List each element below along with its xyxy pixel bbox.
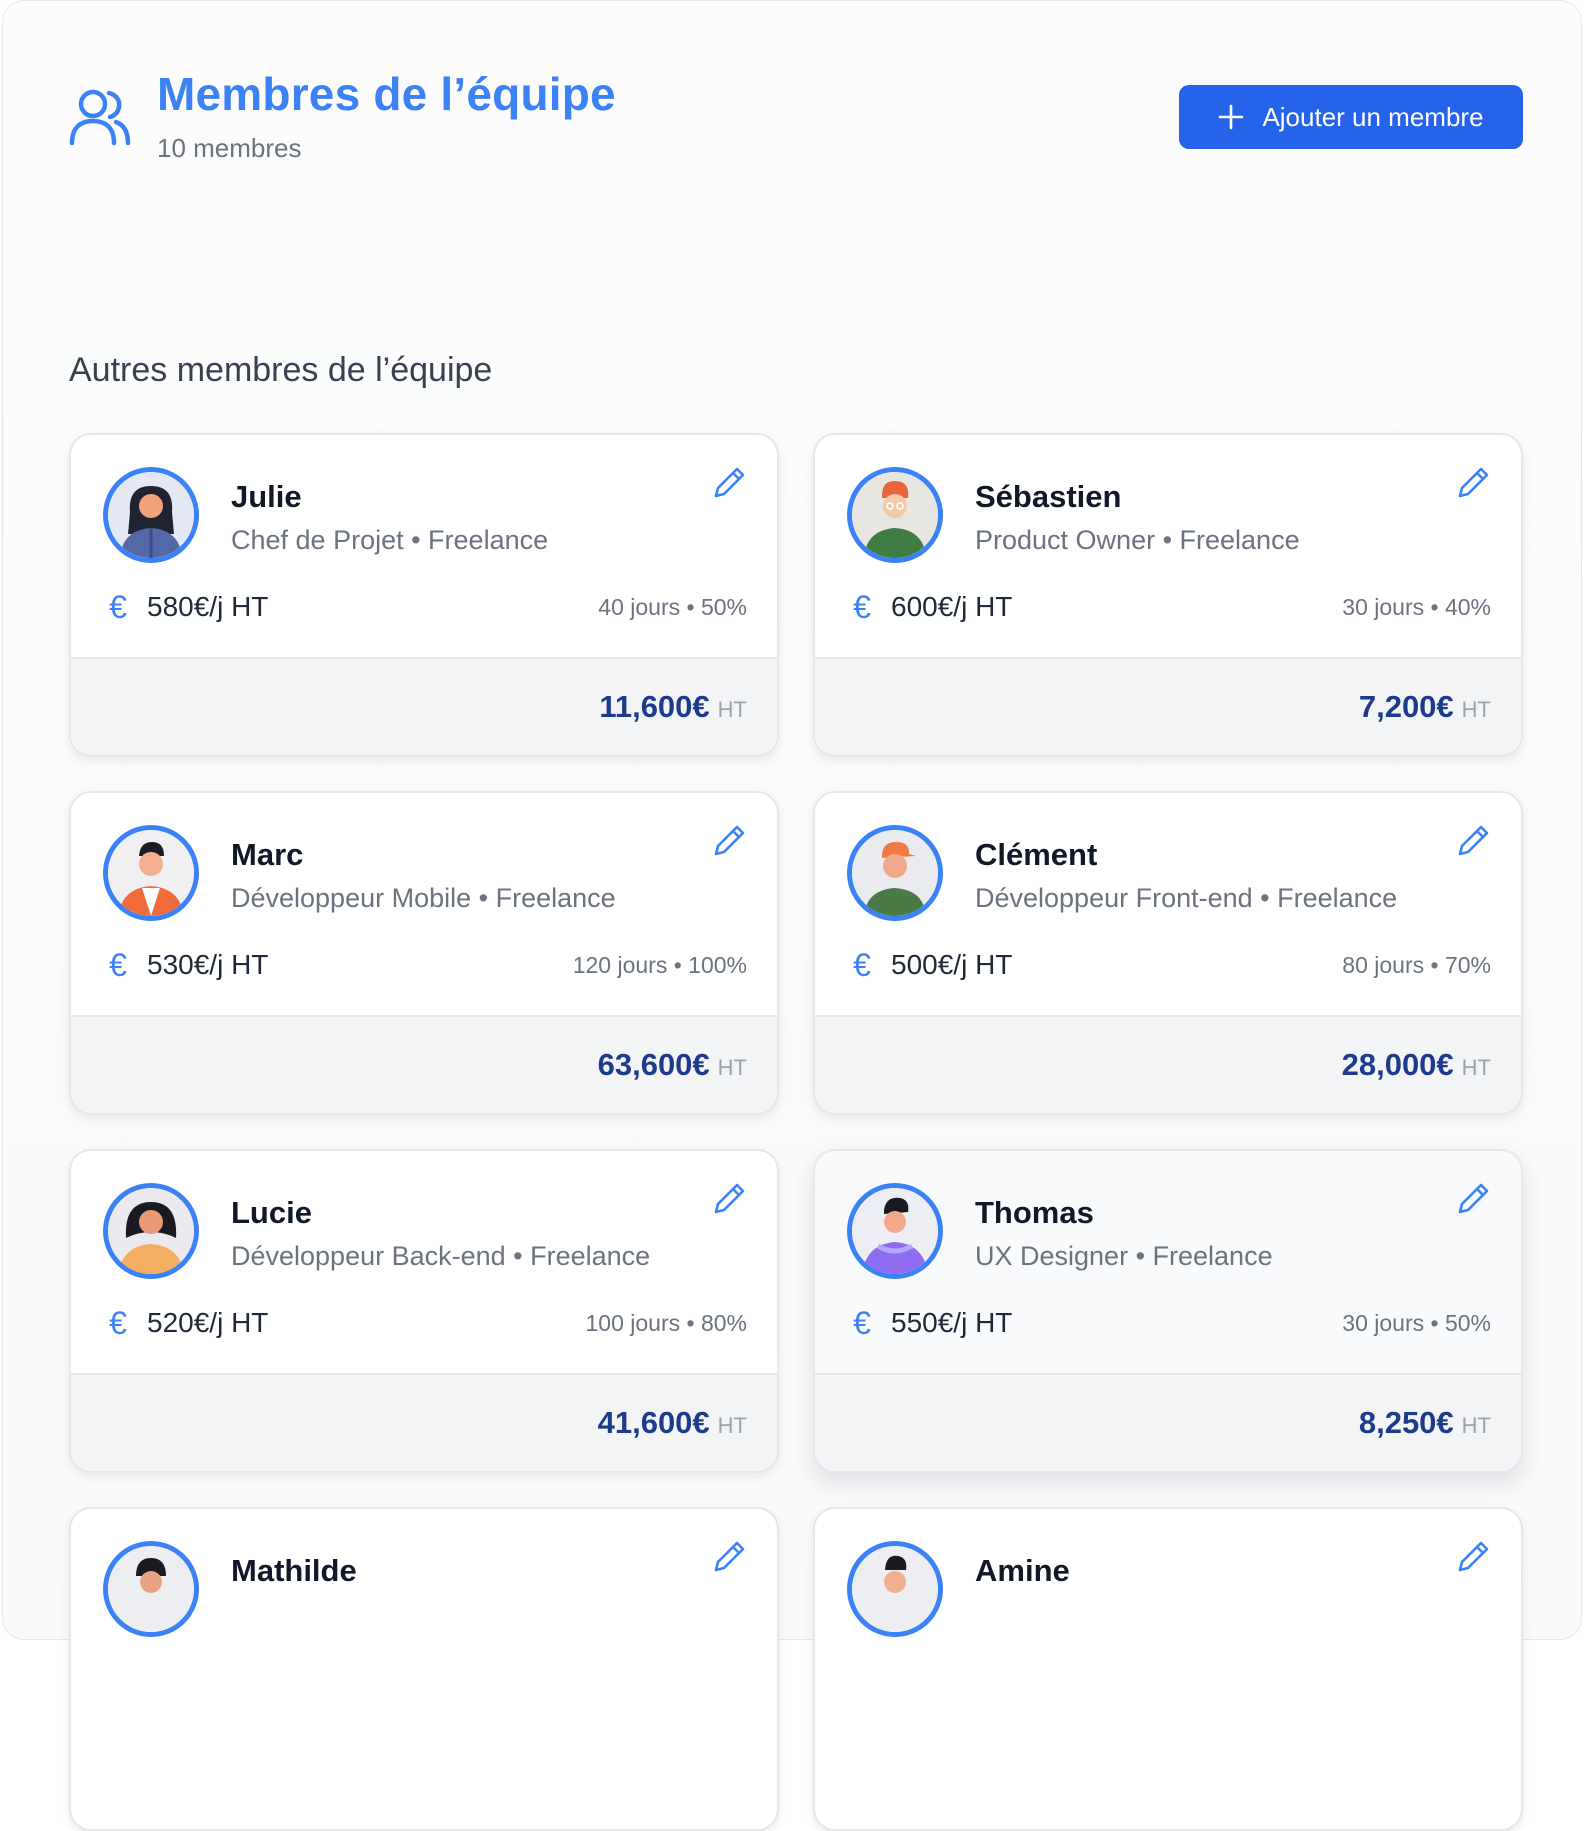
card-footer: 11,600€ HT — [71, 657, 777, 755]
allocation: 30 jours • 40% — [1342, 593, 1491, 620]
daily-rate: 530€/j HT — [147, 949, 269, 980]
page-title: Membres de l’équipe — [157, 68, 616, 120]
allocation: 30 jours • 50% — [1342, 1309, 1491, 1336]
total-unit: HT — [1461, 1055, 1491, 1080]
rate-row: € 600€/j HT 30 jours • 40% — [847, 587, 1491, 627]
total-unit: HT — [1461, 697, 1491, 722]
avatar — [847, 1183, 943, 1279]
avatar — [103, 467, 199, 563]
daily-rate: 550€/j HT — [891, 1307, 1013, 1338]
euro-icon: € — [109, 1305, 127, 1341]
total-unit: HT — [717, 1413, 747, 1438]
member-role: Développeur Back-end • Freelance — [231, 1241, 651, 1271]
pencil-icon — [1458, 1541, 1489, 1572]
pencil-icon — [714, 825, 745, 856]
avatar — [847, 467, 943, 563]
member-role: Chef de Projet • Freelance — [231, 525, 549, 555]
euro-icon: € — [109, 947, 127, 983]
edit-member-button[interactable] — [1457, 465, 1491, 499]
total-cost: 7,200€ — [1358, 689, 1454, 724]
member-role: Product Owner • Freelance — [975, 525, 1300, 555]
member-name: Mathilde — [231, 1553, 357, 1588]
member-card: Julie Chef de Projet • Freelance € 580€/… — [69, 433, 779, 757]
team-panel: Membres de l’équipe 10 membres Ajouter u… — [2, 0, 1582, 1831]
edit-member-button[interactable] — [713, 465, 747, 499]
pencil-icon — [714, 1183, 745, 1214]
plus-icon — [1219, 104, 1244, 130]
edit-member-button[interactable] — [1457, 1181, 1491, 1215]
member-name: Sébastien — [975, 479, 1122, 514]
total-cost: 8,250€ — [1358, 1405, 1454, 1440]
member-card: Lucie Développeur Back-end • Freelance €… — [69, 1149, 779, 1473]
total-cost: 28,000€ — [1341, 1047, 1454, 1082]
member-grid: Julie Chef de Projet • Freelance € 580€/… — [69, 433, 1523, 1831]
pencil-icon — [714, 467, 745, 498]
card-footer: 41,600€ HT — [71, 1373, 777, 1471]
avatar — [847, 1541, 943, 1637]
pencil-icon — [1458, 467, 1489, 498]
pencil-icon — [714, 1541, 745, 1572]
edit-member-button[interactable] — [1457, 823, 1491, 857]
member-name: Clément — [975, 837, 1098, 872]
users-icon — [69, 87, 131, 147]
rate-row: € 530€/j HT 120 jours • 100% — [103, 945, 747, 985]
rate-row: € 550€/j HT 30 jours • 50% — [847, 1303, 1491, 1343]
allocation: 80 jours • 70% — [1342, 951, 1491, 978]
total-unit: HT — [717, 1055, 747, 1080]
daily-rate: 580€/j HT — [147, 591, 269, 622]
daily-rate: 600€/j HT — [891, 591, 1013, 622]
member-card: Marc Développeur Mobile • Freelance € 53… — [69, 791, 779, 1115]
avatar — [103, 1541, 199, 1637]
edit-member-button[interactable] — [713, 1181, 747, 1215]
pencil-icon — [1458, 825, 1489, 856]
card-footer: 7,200€ HT — [815, 657, 1521, 755]
euro-icon: € — [853, 1305, 871, 1341]
member-card: Amine — [813, 1507, 1523, 1831]
member-name: Amine — [975, 1553, 1070, 1588]
avatar — [103, 825, 199, 921]
total-cost: 41,600€ — [597, 1405, 710, 1440]
daily-rate: 500€/j HT — [891, 949, 1013, 980]
member-card: Clément Développeur Front-end • Freelanc… — [813, 791, 1523, 1115]
rate-row: € 520€/j HT 100 jours • 80% — [103, 1303, 747, 1343]
allocation: 40 jours • 50% — [598, 593, 747, 620]
member-card: Mathilde — [69, 1507, 779, 1831]
avatar — [847, 825, 943, 921]
euro-icon: € — [853, 947, 871, 983]
edit-member-button[interactable] — [713, 1539, 747, 1573]
total-cost: 63,600€ — [597, 1047, 710, 1082]
member-role: Développeur Mobile • Freelance — [231, 883, 616, 913]
member-card: Thomas UX Designer • Freelance € 550€/j … — [813, 1149, 1523, 1473]
rate-row: € 500€/j HT 80 jours • 70% — [847, 945, 1491, 985]
card-footer: 8,250€ HT — [815, 1373, 1521, 1471]
section-title: Autres membres de l’équipe — [69, 351, 493, 389]
member-card: Sébastien Product Owner • Freelance € 60… — [813, 433, 1523, 757]
allocation: 120 jours • 100% — [572, 951, 747, 978]
card-footer: 63,600€ HT — [71, 1015, 777, 1113]
edit-member-button[interactable] — [713, 823, 747, 857]
member-count: 10 membres — [157, 133, 302, 163]
total-unit: HT — [1461, 1413, 1491, 1438]
add-member-label: Ajouter un membre — [1262, 101, 1484, 132]
edit-member-button[interactable] — [1457, 1539, 1491, 1573]
member-role: Développeur Front-end • Freelance — [975, 883, 1398, 913]
member-name: Marc — [231, 837, 304, 872]
member-role: UX Designer • Freelance — [975, 1241, 1273, 1271]
euro-icon: € — [853, 589, 871, 625]
total-cost: 11,600€ — [599, 689, 710, 724]
member-name: Lucie — [231, 1195, 312, 1230]
allocation: 100 jours • 80% — [585, 1309, 747, 1336]
member-name: Julie — [231, 479, 302, 514]
pencil-icon — [1458, 1183, 1489, 1214]
total-unit: HT — [717, 697, 747, 722]
card-footer: 28,000€ HT — [815, 1015, 1521, 1113]
avatar — [103, 1183, 199, 1279]
rate-row: € 580€/j HT 40 jours • 50% — [103, 587, 747, 627]
euro-icon: € — [109, 589, 127, 625]
add-member-button[interactable]: Ajouter un membre — [1179, 85, 1523, 149]
daily-rate: 520€/j HT — [147, 1307, 269, 1338]
member-name: Thomas — [975, 1195, 1094, 1230]
